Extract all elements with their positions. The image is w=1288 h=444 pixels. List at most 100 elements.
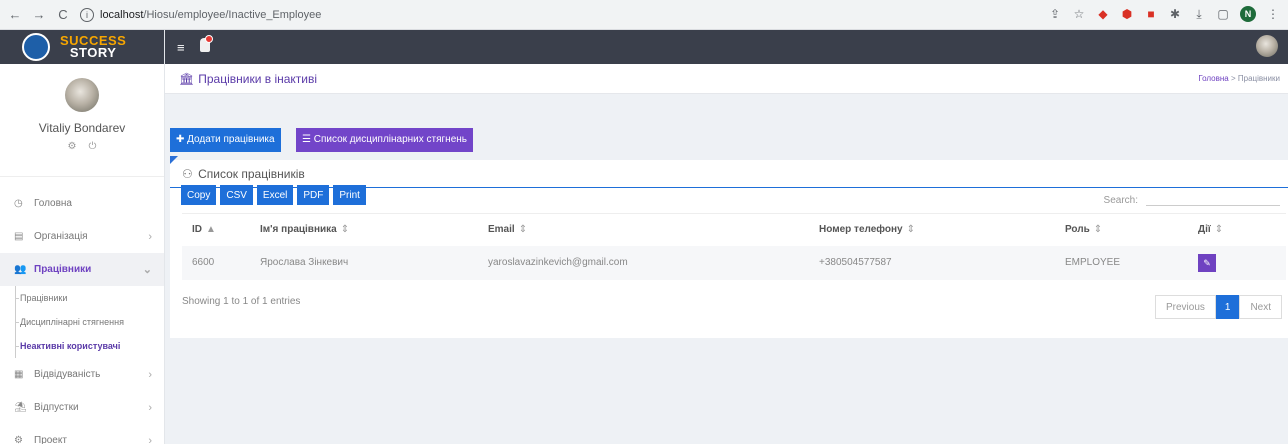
user-actions: ⚙⏻ (0, 141, 164, 152)
sidebar-item-label: Головна (34, 198, 72, 209)
sidebar: SUCCESS STORY Vitaliy Bondarev ⚙⏻ ◷ Голо… (0, 30, 165, 444)
submenu-item-employees[interactable]: Працівники (15, 286, 164, 310)
col-actions[interactable]: Дії ⇕ (1198, 213, 1286, 246)
excel-button[interactable]: Excel (256, 185, 294, 205)
address-bar[interactable]: i localhost/Hiosu/employee/Inactive_Empl… (80, 3, 1080, 26)
page-header: 🏛 Працівники в інактиві Головна > Працівн… (165, 64, 1288, 94)
sidebar-item-organization[interactable]: ▤ Організація › (0, 220, 164, 253)
calendar-icon: ▦ (14, 369, 24, 380)
search-input[interactable] (1146, 192, 1280, 206)
top-user-avatar[interactable] (1256, 35, 1278, 57)
sidebar-item-label: Організація (34, 231, 88, 242)
col-phone[interactable]: Номер телефону ⇕ (819, 213, 1065, 246)
col-label: Email (488, 224, 515, 236)
breadcrumb-current: Працівники (1237, 74, 1280, 83)
url-path: /Hiosu/employee/Inactive_Employee (143, 8, 322, 21)
user-avatar[interactable] (65, 78, 99, 112)
col-name[interactable]: Ім'я працівника ⇕ (260, 213, 488, 246)
download-icon[interactable]: ⤓ (1192, 7, 1206, 22)
sidebar-item-label: Проект (34, 435, 67, 444)
breadcrumb-home[interactable]: Головна (1198, 74, 1228, 83)
sort-asc-icon: ▲ (206, 224, 216, 236)
submenu-item-discipline[interactable]: Дисциплінарні стягнення (15, 310, 164, 334)
reload-icon[interactable]: C (54, 7, 72, 22)
copy-button[interactable]: Copy (181, 185, 217, 205)
csv-button[interactable]: CSV (220, 185, 253, 205)
col-label: Дії (1198, 224, 1211, 236)
add-employee-label: Додати працівника (187, 134, 275, 145)
sort-icon: ⇕ (340, 224, 350, 236)
discipline-list-label: Список дисциплінарних стягнень (313, 134, 467, 145)
home-icon: ◷ (14, 198, 23, 209)
forward-icon[interactable]: → (30, 7, 48, 22)
cell-name: Ярослава Зінкевич (260, 245, 488, 280)
employees-table: ID ▲ Ім'я працівника ⇕ Email ⇕ Номер телефо… (182, 213, 1286, 280)
menu-toggle-icon[interactable]: ≡ (177, 40, 185, 55)
submenu-item-inactive-users[interactable]: Неактивні користувачі (15, 334, 164, 358)
logo-line-2: STORY (69, 45, 117, 60)
extension-square-icon[interactable]: ■ (1144, 7, 1158, 21)
sidebar-item-home[interactable]: ◷ Головна (0, 187, 164, 220)
table-header-row: ID ▲ Ім'я працівника ⇕ Email ⇕ Номер телефо… (182, 213, 1286, 246)
col-role[interactable]: Роль ⇕ (1065, 213, 1198, 246)
cell-id: 6600 (182, 245, 260, 280)
add-employee-button[interactable]: ✚ Додати працівника (170, 128, 281, 152)
sidebar-item-employees[interactable]: 👥 Працівники ⌄ (0, 253, 164, 286)
edit-icon[interactable]: ✎ (1198, 253, 1216, 272)
cell-phone: +380504577587 (819, 245, 1065, 280)
app-logo[interactable]: SUCCESS STORY (0, 30, 164, 64)
extension-icon[interactable]: ◆ (1096, 7, 1110, 21)
user-icon: ⚇ (182, 167, 193, 181)
browser-menu-icon[interactable]: ⋮ (1266, 7, 1280, 21)
site-info-icon[interactable]: i (80, 7, 94, 22)
search-label: Search: (1103, 195, 1138, 206)
page-1-button[interactable]: 1 (1215, 295, 1240, 319)
table-search: Search: (1104, 192, 1280, 206)
col-email[interactable]: Email ⇕ (488, 213, 819, 246)
col-id[interactable]: ID ▲ (182, 213, 260, 246)
logo-text: SUCCESS STORY (60, 34, 126, 60)
discipline-list-button[interactable]: ☰ Список дисциплінарних стягнень (296, 128, 473, 152)
institution-icon: 🏛 (179, 72, 195, 86)
print-button[interactable]: Print (333, 185, 366, 205)
bookmark-star-icon[interactable]: ☆ (1072, 7, 1086, 21)
pdf-button[interactable]: PDF (297, 185, 330, 205)
browser-toolbar: ← → C i localhost/Hiosu/employee/Inactiv… (0, 0, 1288, 30)
employee-list-card: ⚇ Список працівників Copy CSV Excel PDF … (170, 156, 1288, 338)
sidebar-item-project[interactable]: ⚙ Проект › (0, 424, 164, 444)
col-label: ID (192, 224, 202, 236)
entries-info: Showing 1 to 1 of 1 entries (182, 296, 301, 307)
cell-role: EMPLOYEE (1065, 245, 1198, 280)
sort-icon: ⇕ (518, 224, 528, 236)
shield-extension-icon[interactable]: ⬢ (1120, 7, 1134, 21)
chevron-right-icon: › (148, 434, 152, 444)
page-title: 🏛 Працівники в інактиві (179, 72, 317, 86)
top-navbar: ≡ (165, 30, 1288, 64)
profile-avatar[interactable]: N (1240, 6, 1256, 22)
sidebar-item-vacations[interactable]: ⛱ Відпустки › (0, 391, 164, 424)
share-icon[interactable]: ⇪ (1048, 7, 1062, 21)
notification-dot (205, 35, 213, 43)
col-label: Роль (1065, 224, 1090, 236)
sidebar-item-label: Відпустки (34, 402, 79, 413)
list-icon: ☰ (302, 134, 314, 145)
next-page-button[interactable]: Next (1239, 295, 1282, 319)
card-title: Список працівників (198, 167, 305, 181)
power-icon[interactable]: ⏻ (89, 141, 109, 152)
cell-email: yaroslavazinkevich@gmail.com (488, 245, 819, 280)
card-corner-accent (170, 156, 178, 164)
back-icon[interactable]: ← (6, 7, 24, 22)
users-icon: 👥 (14, 264, 27, 275)
col-label: Номер телефону (819, 224, 903, 236)
puzzle-icon[interactable]: ✱ (1168, 7, 1182, 21)
page-title-text: Працівники в інактиві (198, 72, 318, 86)
sort-icon: ⇕ (1093, 224, 1103, 236)
plus-icon: ✚ (176, 134, 188, 145)
settings-gear-icon[interactable]: ⚙ (68, 141, 89, 152)
sidebar-item-label: Відвідуваність (34, 369, 101, 380)
chevron-right-icon: › (148, 230, 152, 243)
sidebar-item-attendance[interactable]: ▦ Відвідуваність › (0, 358, 164, 391)
side-panel-icon[interactable]: ▢ (1216, 7, 1230, 21)
sidebar-item-label: Працівники (34, 264, 92, 275)
previous-page-button[interactable]: Previous (1154, 295, 1216, 319)
